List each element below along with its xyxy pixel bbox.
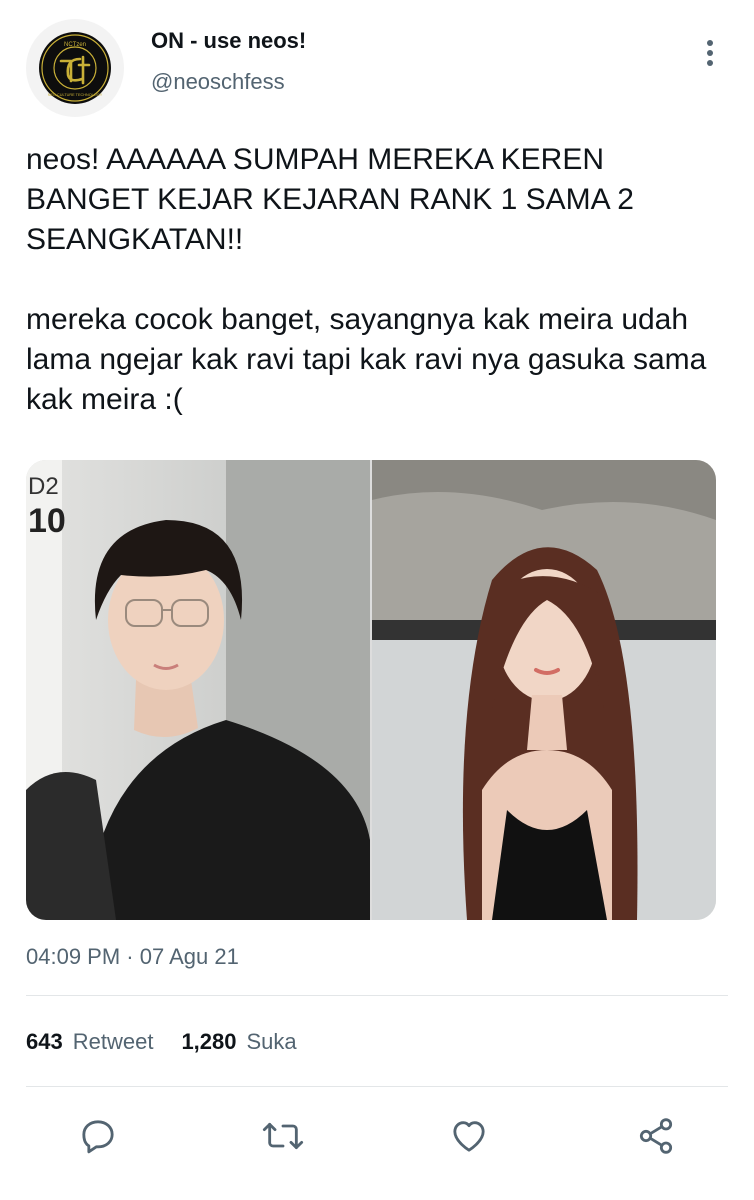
- svg-text:D2: D2: [28, 473, 59, 500]
- svg-text:10: 10: [28, 502, 66, 540]
- media-grid: D2 10: [26, 460, 716, 920]
- share-icon[interactable]: [634, 1114, 678, 1158]
- nct-logo: NCTzen NEO CULTURE TECHNOLOGY: [39, 32, 111, 104]
- tweet-paragraph: mereka cocok banget, sayangnya kak meira…: [26, 303, 707, 416]
- avatar[interactable]: NCTzen NEO CULTURE TECHNOLOGY: [26, 19, 124, 117]
- svg-text:NEO CULTURE TECHNOLOGY: NEO CULTURE TECHNOLOGY: [48, 93, 103, 97]
- like-label: Suka: [246, 1029, 297, 1054]
- tweet-stats: 643 Retweet 1,280 Suka: [26, 1029, 297, 1055]
- like-stat[interactable]: 1,280 Suka: [181, 1029, 296, 1055]
- username-handle[interactable]: @neoschfess: [151, 69, 285, 95]
- retweet-icon[interactable]: [261, 1114, 305, 1158]
- tweet-actions: [0, 1110, 754, 1166]
- divider: [26, 1086, 728, 1087]
- reply-icon[interactable]: [76, 1114, 120, 1158]
- like-count: 1,280: [181, 1029, 237, 1054]
- like-icon[interactable]: [447, 1114, 491, 1158]
- divider: [26, 995, 728, 996]
- more-vertical-icon[interactable]: [700, 38, 720, 68]
- photo-right[interactable]: [372, 460, 716, 920]
- tweet-timestamp[interactable]: 04:09 PM · 07 Agu 21: [26, 944, 239, 970]
- svg-text:NCTzen: NCTzen: [64, 42, 86, 48]
- retweet-label: Retweet: [72, 1029, 154, 1054]
- retweet-stat[interactable]: 643 Retweet: [26, 1029, 153, 1055]
- tweet-text: neos! AAAAAA SUMPAH MEREKA KEREN BANGET …: [26, 140, 726, 420]
- tweet-header: NCTzen NEO CULTURE TECHNOLOGY ON - use n…: [0, 0, 754, 130]
- retweet-count: 643: [26, 1029, 63, 1054]
- photo-left[interactable]: D2 10: [26, 460, 370, 920]
- display-name[interactable]: ON - use neos!: [151, 28, 306, 54]
- tweet-paragraph: neos! AAAAAA SUMPAH MEREKA KEREN BANGET …: [26, 143, 634, 256]
